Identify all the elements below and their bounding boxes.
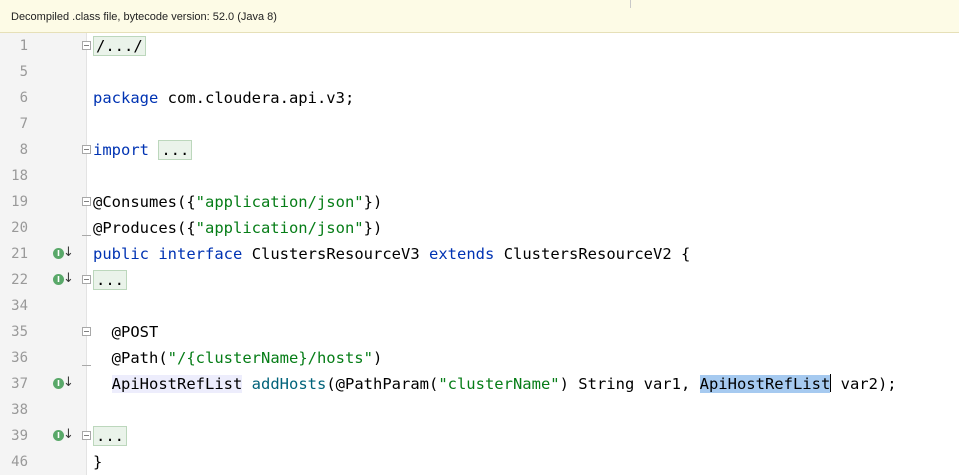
code-line[interactable]: 36 @Path("/{clusterName}/hosts") [0, 345, 959, 371]
line-number: 22 [11, 272, 28, 288]
code-line[interactable]: 22 I ↓ ... [0, 267, 959, 293]
decompiled-banner: Decompiled .class file, bytecode version… [0, 0, 959, 33]
line-number: 38 [11, 402, 28, 418]
fold-end-icon[interactable] [82, 235, 91, 236]
line-number: 21 [11, 246, 28, 262]
line-number: 37 [11, 376, 28, 392]
punctuation: ) [372, 349, 383, 367]
code-line[interactable]: 1 /.../ [0, 33, 959, 59]
parent-interface: ClustersResourceV2 { [503, 245, 691, 263]
code-line[interactable]: 5 [0, 59, 959, 85]
code-line[interactable]: 8 import ... [0, 137, 959, 163]
fold-icon[interactable] [82, 197, 91, 206]
fold-icon[interactable] [82, 145, 91, 154]
string-literal: "clusterName" [438, 375, 560, 393]
line-number: 46 [11, 454, 28, 470]
code-line[interactable]: 35 @POST [0, 319, 959, 345]
fold-icon[interactable] [82, 431, 91, 440]
keyword: import [93, 141, 149, 159]
folded-imports[interactable]: ... [158, 140, 193, 160]
code-line[interactable]: 39 I ↓ ... [0, 423, 959, 449]
code-line[interactable]: 20 @Produces({"application/json"}) [0, 215, 959, 241]
implemented-method-icon[interactable]: I ↓ [53, 428, 74, 444]
punctuation: }) [363, 219, 383, 237]
code-line[interactable]: 6 package com.cloudera.api.v3; [0, 85, 959, 111]
line-number: 1 [19, 38, 28, 54]
code-line[interactable]: 21 I ↓ public interface ClustersResourceV… [0, 241, 959, 267]
package-name: com.cloudera.api.v3; [158, 89, 355, 107]
interface-name: ClustersResourceV3 [251, 245, 420, 263]
line-number: 5 [19, 64, 28, 80]
fold-icon[interactable] [82, 275, 91, 284]
keyword: interface [158, 245, 243, 263]
code-line[interactable]: 19 @Consumes({"application/json"}) [0, 189, 959, 215]
line-number: 6 [19, 90, 28, 106]
parameter-text: var2); [831, 375, 897, 393]
code-line[interactable]: 37 I ↓ ApiHostRefList addHosts(@PathParam… [0, 371, 959, 397]
annotation: (@PathParam( [326, 375, 439, 393]
code-line[interactable]: 38 [0, 397, 959, 423]
annotation: @Consumes({ [93, 193, 196, 211]
line-number: 7 [19, 116, 28, 132]
annotation: @POST [111, 323, 159, 341]
code-line[interactable]: 46 } [0, 449, 959, 475]
code-line[interactable]: 18 [0, 163, 959, 189]
line-number: 36 [11, 350, 28, 366]
string-literal: "application/json" [195, 219, 364, 237]
implemented-method-icon[interactable]: I ↓ [53, 272, 74, 288]
code-line[interactable]: 34 [0, 293, 959, 319]
string-literal: "application/json" [195, 193, 364, 211]
folded-block[interactable]: /.../ [93, 36, 146, 56]
fold-icon[interactable] [82, 327, 91, 336]
punctuation: }) [363, 193, 383, 211]
keyword: public [93, 245, 149, 263]
method-name[interactable]: addHosts [252, 375, 327, 393]
fold-icon[interactable] [82, 41, 91, 50]
implemented-method-icon[interactable]: I ↓ [53, 376, 74, 392]
line-number: 39 [11, 428, 28, 444]
keyword: extends [429, 245, 495, 263]
folded-block[interactable]: ... [93, 270, 127, 290]
annotation: @Produces({ [93, 219, 196, 237]
fold-end-icon[interactable] [82, 365, 91, 366]
selected-type[interactable]: ApiHostRefList [699, 375, 831, 393]
line-number: 8 [19, 142, 28, 158]
keyword: package [93, 89, 159, 107]
annotation: @Path( [111, 349, 168, 367]
return-type[interactable]: ApiHostRefList [111, 375, 243, 393]
string-literal: "/{clusterName}/hosts" [167, 349, 373, 367]
line-number: 19 [11, 194, 28, 210]
code-line[interactable]: 7 [0, 111, 959, 137]
banner-divider [630, 0, 631, 8]
line-number: 34 [11, 298, 28, 314]
line-number: 35 [11, 324, 28, 340]
line-number: 18 [11, 168, 28, 184]
parameter-text: ) String var1, [559, 375, 700, 393]
implemented-method-icon[interactable]: I ↓ [53, 246, 74, 262]
line-number: 20 [11, 220, 28, 236]
closing-brace: } [93, 453, 103, 471]
banner-text: Decompiled .class file, bytecode version… [11, 11, 277, 23]
folded-block[interactable]: ... [93, 426, 127, 446]
